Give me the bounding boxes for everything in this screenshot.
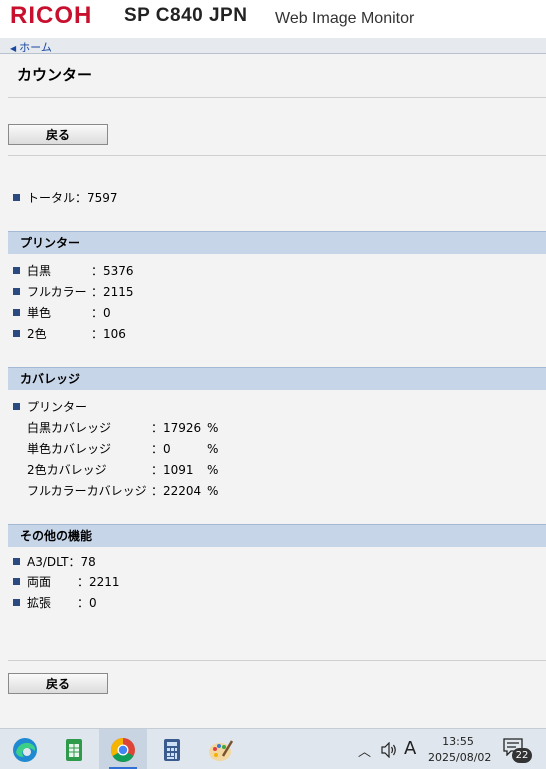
page-title: カウンター [17,66,93,84]
bullet-icon [13,599,20,606]
list-item: 両面 ：2211 [13,574,120,590]
edge-icon[interactable] [11,736,39,764]
volume-icon[interactable] [380,742,398,758]
ricoh-logo: RICOH [10,2,93,29]
section-printer: プリンター [8,231,546,254]
clock[interactable]: 13:55 2025/08/02 [428,734,491,766]
total-count: トータル：7597 [13,190,118,206]
coverage-subheading: プリンター [13,399,87,415]
notification-button[interactable]: 22 [503,738,532,763]
bullet-icon [13,578,20,585]
notification-badge: 22 [512,748,532,763]
chevron-left-icon: ◀ [10,44,17,53]
bullet-icon [13,288,20,295]
bullet-icon [13,558,20,565]
divider [8,97,546,98]
list-item: 2色カバレッジ ：1091% [27,463,219,477]
app-name: Web Image Monitor [275,10,415,27]
list-item: 単色カバレッジ ：0% [27,442,219,456]
calculator-icon[interactable] [158,736,186,764]
list-item: 単色 ：0 [13,305,111,321]
bullet-icon [13,194,20,201]
list-item: 2色 ：106 [13,326,126,342]
header: RICOH SP C840 JPN Web Image Monitor [0,0,546,38]
bullet-icon [13,330,20,337]
spreadsheet-icon[interactable] [60,736,88,764]
ime-indicator[interactable]: A [404,738,416,759]
chevron-up-icon[interactable]: ︿ [358,741,371,760]
bullet-icon [13,267,20,274]
breadcrumb: ◀ ホーム [0,38,546,54]
taskbar: ︿ A 13:55 2025/08/02 22 [0,728,546,769]
section-coverage: カバレッジ [8,367,546,390]
section-other: その他の機能 [8,524,546,547]
chrome-icon[interactable] [109,736,137,764]
list-item: A3/DLT：78 [13,554,96,570]
list-item: フルカラー ：2115 [13,284,134,300]
model-name: SP C840 JPN [124,5,248,26]
divider [8,155,546,156]
back-button-top[interactable]: 戻る [8,124,108,145]
bullet-icon [13,309,20,316]
list-item: 白黒カバレッジ ：17926% [27,421,219,435]
list-item: フルカラーカバレッジ ：22204% [27,484,219,498]
list-item: 拡張 ：0 [13,595,97,611]
list-item: 白黒 ：5376 [13,263,134,279]
divider [8,660,546,661]
bullet-icon [13,403,20,410]
paint-icon[interactable] [207,736,235,764]
home-link[interactable]: ◀ ホーム [10,39,52,55]
back-button-bottom[interactable]: 戻る [8,673,108,694]
